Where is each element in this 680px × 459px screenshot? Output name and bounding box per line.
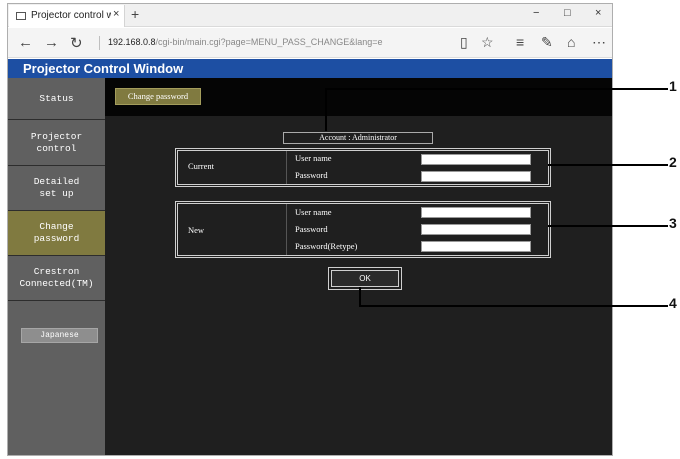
- ok-button[interactable]: OK: [331, 270, 399, 287]
- tab-bar: Projector control windo × + − □ ×: [8, 4, 612, 27]
- tab-title: Projector control windo: [31, 10, 111, 21]
- sidebar-item-crestron-connected[interactable]: Crestron Connected(TM): [8, 256, 105, 301]
- refresh-icon[interactable]: ↻: [70, 34, 83, 52]
- web-page: Projector Control Window Status Projecto…: [8, 59, 612, 455]
- reading-view-icon[interactable]: ▯: [460, 34, 468, 51]
- callout-number: 1: [669, 78, 677, 94]
- current-username-input[interactable]: [421, 154, 531, 165]
- account-label: Account : Administrator: [283, 132, 433, 144]
- favorite-star-icon[interactable]: ☆: [481, 34, 494, 51]
- url-path: /cgi-bin/main.cgi?page=MENU_PASS_CHANGE&…: [155, 37, 383, 47]
- maximize-icon[interactable]: □: [564, 7, 571, 19]
- hub-icon[interactable]: ≡: [516, 34, 524, 50]
- retype-password-input[interactable]: [421, 241, 531, 252]
- callout-number: 4: [669, 295, 677, 311]
- callout-line: [325, 88, 668, 90]
- forward-icon[interactable]: →: [44, 34, 59, 51]
- retype-password-label: Password(Retype): [295, 241, 358, 251]
- main-content: Change password Account : Administrator …: [105, 78, 612, 455]
- divider: [286, 151, 287, 184]
- sidebar-item-status[interactable]: Status: [8, 78, 105, 120]
- current-username-label: User name: [295, 153, 332, 163]
- callout-number: 2: [669, 154, 677, 170]
- sidebar-item-change-password[interactable]: Change password: [8, 211, 105, 256]
- close-icon[interactable]: ×: [595, 7, 601, 19]
- new-password-label: Password: [295, 224, 328, 234]
- callout-number: 3: [669, 215, 677, 231]
- url-host: 192.168.0.8: [108, 37, 156, 47]
- callout-line: [548, 164, 668, 166]
- browser-window: Projector control windo × + − □ × ← → ↻ …: [7, 3, 613, 456]
- current-password-input[interactable]: [421, 171, 531, 182]
- new-label: New: [188, 225, 205, 235]
- url-separator: [99, 36, 100, 50]
- current-label: Current: [188, 161, 214, 171]
- current-password-label: Password: [295, 170, 328, 180]
- web-note-icon[interactable]: ✎: [541, 34, 553, 51]
- japanese-button[interactable]: Japanese: [21, 328, 98, 343]
- more-icon[interactable]: ⋯: [592, 34, 606, 51]
- current-credentials-box: Current User name Password: [176, 149, 550, 186]
- divider: [286, 204, 287, 255]
- callout-line: [325, 88, 327, 131]
- callout-line: [359, 287, 361, 306]
- address-bar: ← → ↻ 192.168.0.8/cgi-bin/main.cgi?page=…: [8, 28, 612, 58]
- stage: Projector control windo × + − □ × ← → ↻ …: [0, 0, 680, 459]
- page-icon: [16, 12, 26, 20]
- new-username-label: User name: [295, 207, 332, 217]
- url-field[interactable]: 192.168.0.8/cgi-bin/main.cgi?page=MENU_P…: [108, 37, 383, 47]
- sidebar-item-detailed-set-up[interactable]: Detailed set up: [8, 166, 105, 211]
- sidebar-item-projector-control[interactable]: Projector control: [8, 120, 105, 166]
- new-credentials-box: New User name Password Password(Retype): [176, 202, 550, 257]
- tab-close-icon[interactable]: ×: [113, 8, 119, 20]
- new-tab-icon[interactable]: +: [131, 6, 139, 22]
- sidebar: Status Projector control Detailed set up…: [8, 78, 105, 455]
- new-username-input[interactable]: [421, 207, 531, 218]
- tab-strip: Change password: [105, 78, 612, 116]
- back-icon[interactable]: ←: [18, 34, 33, 51]
- page-title: Projector Control Window: [8, 59, 612, 78]
- change-password-tab[interactable]: Change password: [115, 88, 201, 105]
- callout-line: [359, 305, 668, 307]
- callout-line: [548, 225, 668, 227]
- share-icon[interactable]: ⌂: [567, 34, 575, 50]
- browser-tab[interactable]: Projector control windo ×: [9, 5, 125, 27]
- minimize-icon[interactable]: −: [533, 7, 539, 19]
- new-password-input[interactable]: [421, 224, 531, 235]
